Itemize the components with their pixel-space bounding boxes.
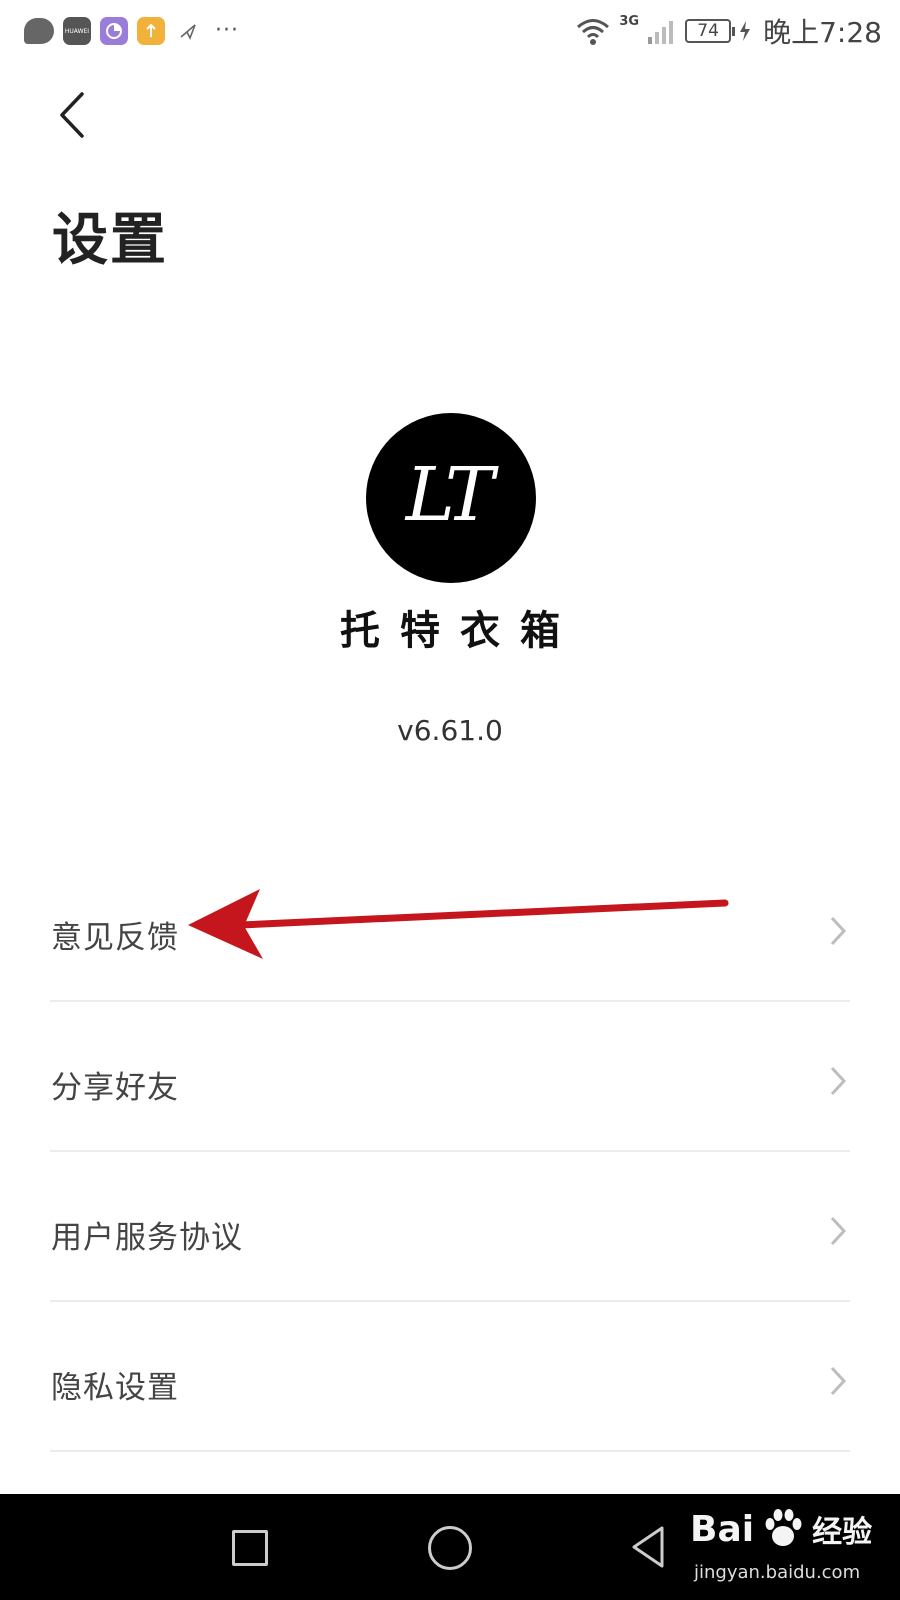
pie-app-icon (100, 17, 128, 45)
menu-item-label: 用户服务协议 (51, 1220, 243, 1256)
status-bar: HUAWEI ··· 3G 74 晚上7:28 (0, 0, 900, 62)
app-version: v6.61.0 (397, 714, 503, 747)
chevron-right-icon (830, 916, 847, 946)
menu-item-share[interactable]: 分享好友 (50, 1002, 850, 1152)
brand-name: 托特衣箱 (340, 607, 580, 654)
battery-level: 74 (697, 21, 719, 41)
back-button[interactable] (52, 88, 98, 142)
wifi-icon (577, 19, 610, 45)
recents-button[interactable] (232, 1530, 268, 1566)
charging-icon (740, 21, 751, 41)
back-arrow-icon (60, 92, 84, 138)
huawei-appgallery-icon: HUAWEI (63, 17, 91, 45)
system-status: 3G 74 晚上7:28 (575, 12, 882, 50)
watermark-url: jingyan.baidu.com (694, 1562, 861, 1583)
huawei-label: HUAWEI (64, 27, 90, 35)
chevron-right-icon (830, 1366, 847, 1396)
menu-item-label: 隐私设置 (51, 1370, 179, 1406)
app-logo: LT (366, 413, 536, 583)
send-icon (174, 17, 202, 45)
menu-item-label: 分享好友 (51, 1070, 179, 1106)
menu-item-label: 意见反馈 (51, 920, 179, 956)
network-type: 3G (619, 13, 640, 29)
watermark-brand: Bai (690, 1508, 755, 1550)
annotation-arrow-icon (188, 889, 729, 959)
watermark-jingyan: 经验 (812, 1515, 873, 1550)
system-nav-bar: Bai 经验 jingyan.baidu.com (0, 1494, 900, 1600)
nav-back-button[interactable] (628, 1524, 668, 1570)
battery-icon: 74 (685, 19, 736, 43)
orange-app-icon (137, 17, 165, 45)
clock: 晚上7:28 (763, 16, 882, 49)
chevron-right-icon (830, 1216, 847, 1246)
message-icon (24, 18, 54, 44)
more-notifications-icon: ··· (215, 18, 239, 43)
notification-icons: HUAWEI ··· (24, 14, 239, 48)
home-button[interactable] (428, 1526, 472, 1570)
baidu-jingyan-watermark: Bai 经验 jingyan.baidu.com (690, 1506, 890, 1596)
logo-mark: LT (405, 452, 494, 538)
menu-item-privacy[interactable]: 隐私设置 (50, 1302, 850, 1452)
baidu-paw-icon (765, 1509, 802, 1546)
page-title: 设置 (52, 208, 168, 273)
chevron-right-icon (830, 1066, 847, 1096)
signal-icon (648, 21, 674, 44)
menu-item-user-agreement[interactable]: 用户服务协议 (50, 1152, 850, 1302)
